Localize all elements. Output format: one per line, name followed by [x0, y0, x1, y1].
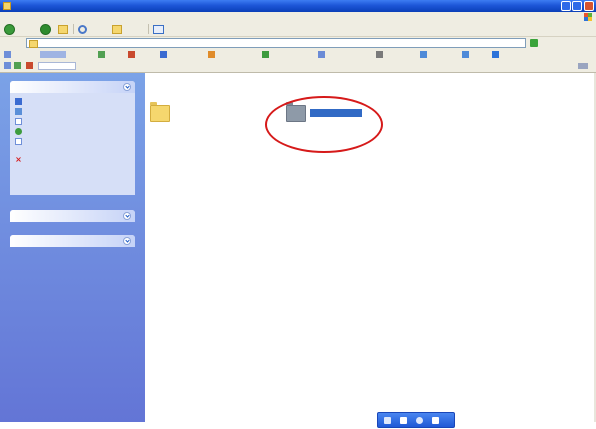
- go-icon[interactable]: [530, 39, 538, 47]
- minimize-button[interactable]: [561, 1, 571, 11]
- toolbar-icon[interactable]: [318, 51, 325, 58]
- standard-toolbar: [0, 22, 596, 37]
- language-bar[interactable]: [377, 412, 455, 428]
- window-title: [14, 2, 174, 10]
- rename-icon: [15, 118, 22, 125]
- address-field[interactable]: [26, 38, 526, 48]
- search-label[interactable]: [90, 24, 110, 33]
- toolbar-icon[interactable]: [160, 51, 167, 58]
- keyboard-icon[interactable]: [384, 417, 391, 424]
- panel-header[interactable]: [10, 235, 135, 247]
- folder-body: [150, 105, 170, 122]
- views-icon[interactable]: [153, 25, 164, 34]
- task-label: [25, 98, 130, 106]
- toolbar-handle-icon[interactable]: [578, 63, 588, 69]
- task-label: [25, 118, 130, 126]
- task-email[interactable]: [15, 138, 130, 154]
- maximize-button[interactable]: [572, 1, 582, 11]
- toolbar-icon[interactable]: [262, 51, 269, 58]
- search-icon[interactable]: [78, 25, 87, 34]
- task-label: [25, 128, 130, 136]
- toolbar-icon[interactable]: [376, 51, 383, 58]
- panel-title: [16, 84, 96, 91]
- task-label: [25, 156, 130, 164]
- folder-icon: [29, 40, 38, 48]
- delete-icon: ×: [15, 155, 22, 164]
- task-delete[interactable]: ×: [15, 156, 130, 164]
- panel-header[interactable]: [10, 210, 135, 222]
- task-label: [25, 108, 130, 116]
- folder-icon[interactable]: [286, 102, 306, 122]
- menu-help[interactable]: [136, 13, 160, 21]
- back-label[interactable]: [17, 24, 37, 33]
- details-panel: [10, 235, 135, 247]
- chevron-down-icon[interactable]: [123, 237, 131, 245]
- toolbar-icon[interactable]: [98, 51, 105, 58]
- other-places-panel: [10, 210, 135, 222]
- toolbar-dropdown[interactable]: [40, 51, 66, 58]
- title-bar[interactable]: [0, 0, 596, 12]
- folder-icon[interactable]: [150, 102, 170, 122]
- settings-icon[interactable]: [432, 417, 439, 424]
- menu-tools[interactable]: [110, 13, 134, 21]
- folders-icon[interactable]: [112, 25, 122, 34]
- tab-icon[interactable]: [26, 62, 33, 69]
- folder-icon: [3, 2, 11, 10]
- content-area: ×: [0, 73, 596, 422]
- pen-icon[interactable]: [400, 417, 407, 424]
- tab-icon[interactable]: [14, 62, 21, 69]
- task-copy[interactable]: [15, 108, 130, 116]
- task-move[interactable]: [15, 98, 130, 106]
- chevron-up-icon[interactable]: [123, 83, 131, 91]
- links-label[interactable]: [566, 38, 592, 47]
- publish-icon: [15, 128, 22, 135]
- back-icon[interactable]: [4, 24, 15, 35]
- toolbar-icon[interactable]: [420, 51, 427, 58]
- folder-body: [286, 105, 306, 122]
- copy-icon: [15, 108, 22, 115]
- file-tasks-panel: ×: [10, 81, 135, 195]
- panel-title: [16, 213, 96, 220]
- task-pane: ×: [0, 73, 145, 422]
- chevron-down-icon[interactable]: [123, 212, 131, 220]
- email-icon: [15, 138, 22, 145]
- toolbar-icon[interactable]: [128, 51, 135, 58]
- panel-title: [16, 238, 96, 245]
- windows-logo-icon: [584, 13, 592, 21]
- menu-favorites[interactable]: [82, 13, 106, 21]
- toolbar-separator: [148, 24, 149, 34]
- menu-file[interactable]: [4, 13, 28, 21]
- toolbar-icon[interactable]: [462, 51, 469, 58]
- toolbar-separator: [73, 24, 74, 34]
- move-icon: [15, 98, 22, 105]
- forward-icon[interactable]: [40, 24, 51, 35]
- file-name-selected[interactable]: [310, 109, 362, 117]
- help-icon[interactable]: [416, 417, 423, 424]
- panel-header[interactable]: [10, 81, 135, 93]
- file-list[interactable]: [145, 73, 596, 422]
- close-button[interactable]: [584, 1, 594, 11]
- explorer-window: ×: [0, 0, 596, 429]
- task-label: [25, 138, 130, 154]
- address-value: [39, 40, 509, 47]
- tab-icon[interactable]: [4, 62, 11, 69]
- task-rename[interactable]: [15, 118, 130, 126]
- menu-view[interactable]: [56, 13, 80, 21]
- tab-current[interactable]: [38, 62, 76, 70]
- address-label: [3, 38, 23, 47]
- file-name[interactable]: [176, 109, 200, 117]
- go-label[interactable]: [542, 38, 560, 47]
- toolbar-icon[interactable]: [492, 51, 499, 58]
- menu-edit[interactable]: [30, 13, 54, 21]
- toolbar-icon[interactable]: [208, 51, 215, 58]
- up-folder-icon[interactable]: [58, 25, 68, 34]
- task-publish[interactable]: [15, 128, 130, 136]
- toolbar-icon[interactable]: [4, 51, 11, 58]
- folders-label[interactable]: [125, 24, 145, 33]
- tab-bar: [0, 60, 596, 73]
